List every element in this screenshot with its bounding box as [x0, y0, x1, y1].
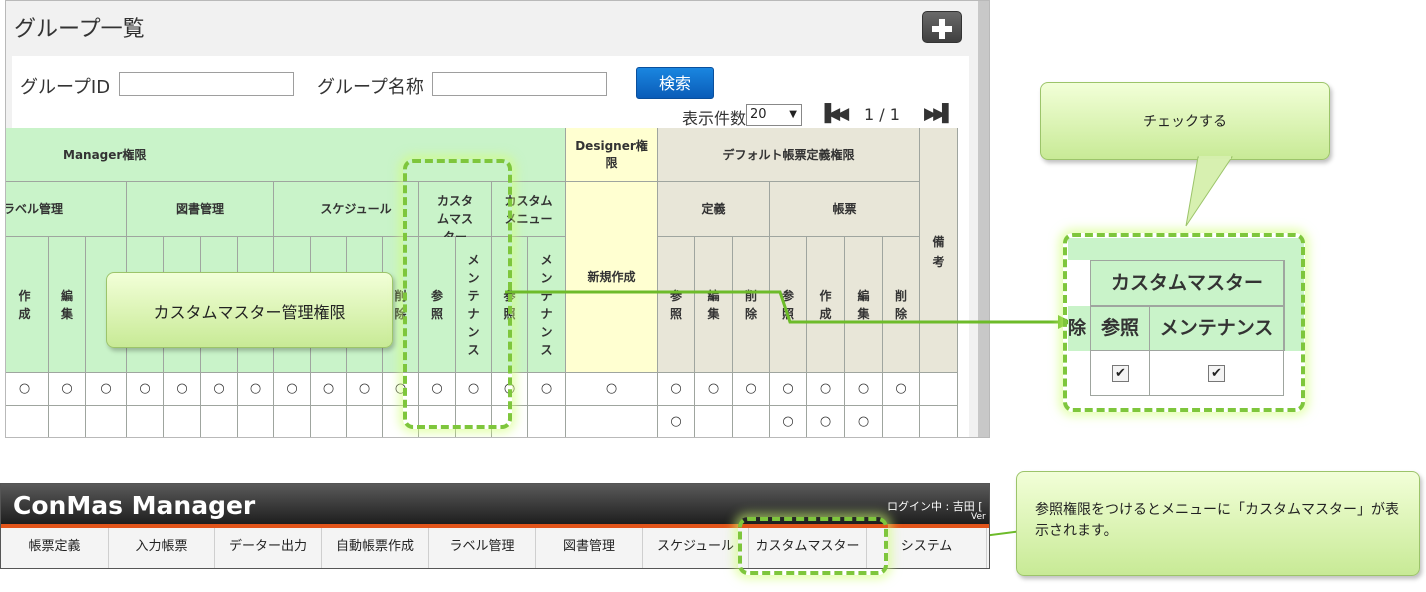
version-label: Ver	[971, 512, 986, 522]
menu-item[interactable]: 入力帳票	[109, 528, 215, 568]
menu-item[interactable]: スケジュール	[643, 528, 749, 568]
callout-tail-icon	[1185, 156, 1233, 227]
menu-item[interactable]: 帳票定義	[1, 528, 109, 568]
menu-note-callout: 参照権限をつけるとメニューに「カスタムマスター」が表示されます。	[1016, 471, 1420, 576]
menu-note-text: 参照権限をつけるとメニューに「カスタムマスター」が表示されます。	[1035, 502, 1399, 539]
check-callout-text: チェックする	[1143, 114, 1227, 130]
login-info: ログイン中 : 吉田 [	[887, 500, 983, 513]
menu-item[interactable]: データー出力	[215, 528, 322, 568]
app-title: ConMas Manager	[13, 491, 256, 520]
custom-master-menu-highlight	[738, 517, 888, 575]
zoom-highlight	[1063, 233, 1305, 412]
menu-item[interactable]: ラベル管理	[429, 528, 536, 568]
menu-item[interactable]: 自動帳票作成	[322, 528, 429, 568]
arrow-line-to-zoom	[505, 290, 1060, 324]
menu-item[interactable]: 図書管理	[536, 528, 643, 568]
check-callout: チェックする	[1040, 82, 1330, 160]
